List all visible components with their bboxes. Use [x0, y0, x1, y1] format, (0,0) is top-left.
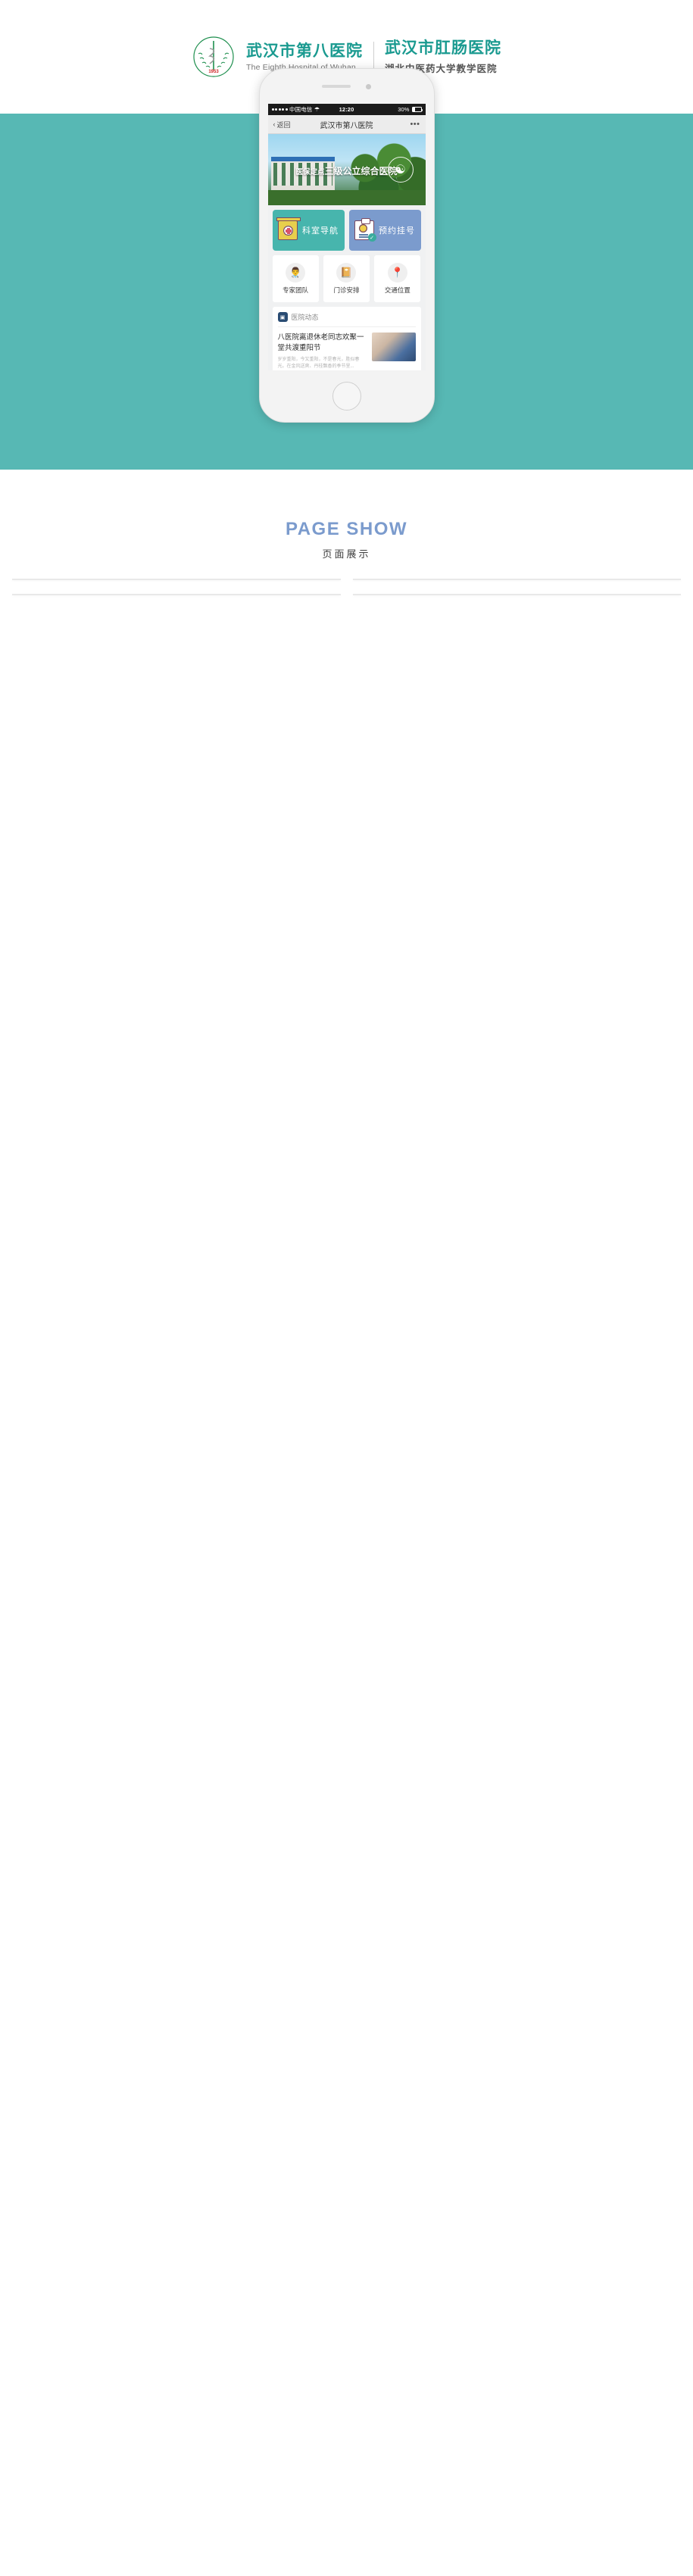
news-item-desc: 岁岁重阳，今又重阳，不是春光，胜似春光。在金风送爽、丹桂飘香的季节里... [277, 357, 360, 370]
ios-status-bar: 中国电信 ☂ 12:20 30% [354, 579, 681, 580]
medical-book-icon: 📔 [336, 263, 357, 283]
hospital-name-cn: 武汉市第八医院 [246, 42, 363, 60]
news-item-title: 八医院离退休老同志欢聚一堂共渡重阳节 [277, 333, 364, 352]
more-options-icon[interactable]: ••• [410, 120, 420, 128]
banner-seal-icon: ☯ [387, 157, 414, 183]
card-traffic-location-label: 交通位置 [384, 286, 410, 294]
hospital-news-title: 医院动态 [291, 314, 319, 321]
hospital-news-header: ▣ 医院动态 [277, 312, 416, 327]
ground-decoration [267, 190, 426, 205]
screenshot-clinic-flow: 中国电信 ☂ 12:20 30% ‹ 返回 就医须知 ••• [12, 594, 341, 595]
back-label: 返回 [276, 120, 291, 129]
ios-status-bar: 中国电信 ☂ 12:20 30% [267, 104, 426, 115]
banner-badge-highlight: 三级公立综合医院 [324, 166, 398, 176]
carrier-label: 中国电信 [289, 106, 313, 113]
phone-bottom-bezel [260, 370, 434, 422]
back-button[interactable]: ‹ 返回 [273, 120, 291, 130]
hospital-news-block: ▣ 医院动态 八医院离退休老同志欢聚一堂共渡重阳节 岁岁重阳，今又重阳，不是春光… [272, 307, 421, 370]
map-pin-icon: 📍 [387, 263, 407, 283]
banner-badge-prefix: 医保定点 [295, 168, 325, 176]
news-item-thumbnail [371, 333, 416, 361]
home-banner: 医保定点三级公立综合医院 ☯ [267, 134, 426, 205]
screenshot-payment: 中国电信 ☂ 12:20 30% ‹ 返回 预约挂号支付 ••• [352, 594, 681, 595]
showcase-heading: PAGE SHOW 页面展示 [0, 470, 693, 579]
phone-top-bezel [260, 69, 434, 104]
primary-entry-cards: 科室导航 ✓ 预约挂号 [272, 210, 421, 251]
card-appointment-register[interactable]: ✓ 预约挂号 [348, 210, 421, 251]
card-clinic-schedule-label: 门诊安排 [333, 286, 360, 294]
iphone-mockup: 中国电信 ☂ 12:20 30% ‹ 返回 武汉市第八医院 ••• 医保定点三级… [258, 68, 435, 423]
hero-section: 中国电信 ☂ 12:20 30% ‹ 返回 武汉市第八医院 ••• 医保定点三级… [0, 68, 693, 470]
card-expert-team[interactable]: 👨‍⚕️ 专家团队 [272, 255, 319, 302]
card-appointment-register-label: 预约挂号 [379, 226, 415, 236]
screenshot-column-left: 中国电信 ☂ 12:20 30% ‹ 返回 专家介绍 ••• [12, 579, 341, 595]
hospital-seal-icon: 1953 [192, 35, 236, 79]
card-traffic-location[interactable]: 📍 交通位置 [374, 255, 421, 302]
screenshot-experts: 中国电信 ☂ 12:20 30% ‹ 返回 专家介绍 ••• [12, 579, 341, 580]
page-title: 武汉市第八医院 [320, 121, 373, 130]
hospital2-name-cn: 武汉市肛肠医院 [385, 39, 501, 58]
ios-status-bar: 中国电信 ☂ 12:20 30% [13, 579, 340, 580]
wechat-nav-bar: ‹ 返回 武汉市第八医院 ••• [267, 115, 426, 134]
screenshot-column-right: 中国电信 ☂ 12:20 30% ‹ 返回 医院新闻 ••• [352, 579, 681, 595]
doctor-avatar-icon: 👨‍⚕️ [286, 263, 306, 283]
secondary-entry-cards: 👨‍⚕️ 专家团队 📔 门诊安排 📍 交通位置 [272, 255, 421, 302]
phone-camera [366, 83, 371, 89]
chevron-left-icon: ‹ [273, 120, 276, 128]
card-clinic-schedule[interactable]: 📔 门诊安排 [323, 255, 370, 302]
battery-icon [411, 107, 423, 112]
card-department-navigation-label: 科室导航 [302, 226, 339, 236]
status-time: 12:20 [339, 106, 354, 113]
department-sign-icon [276, 217, 301, 240]
screenshot-grid-row: 中国电信 ☂ 12:20 30% ‹ 返回 专家介绍 ••• [12, 579, 681, 595]
phone-screen: 中国电信 ☂ 12:20 30% ‹ 返回 武汉市第八医院 ••• 医保定点三级… [267, 104, 426, 370]
card-department-navigation[interactable]: 科室导航 [272, 210, 345, 251]
logo-divider [373, 42, 374, 72]
phone-speaker [322, 85, 351, 88]
home-content: 科室导航 ✓ 预约挂号 👨‍⚕️ 专家团队 📔 [267, 205, 426, 370]
battery-percent: 30% [398, 106, 410, 113]
wifi-icon: ☂ [314, 105, 320, 113]
clipboard-check-icon: ✓ [354, 218, 376, 242]
screenshot-news: 中国电信 ☂ 12:20 30% ‹ 返回 医院新闻 ••• [352, 579, 681, 580]
home-button[interactable] [332, 382, 361, 411]
card-expert-team-label: 专家团队 [283, 286, 309, 294]
news-badge-icon: ▣ [277, 312, 288, 322]
showcase-title-cn: 页面展示 [322, 548, 371, 560]
showcase-title-en: PAGE SHOW [285, 519, 408, 539]
signal-dots-icon [271, 108, 288, 111]
screenshot-grid: 中国电信 ☂ 12:20 30% ‹ 返回 专家介绍 ••• [0, 579, 693, 626]
svg-text:1953: 1953 [208, 70, 219, 74]
news-item[interactable]: 八医院离退休老同志欢聚一堂共渡重阳节 岁岁重阳，今又重阳，不是春光，胜似春光。在… [278, 327, 416, 370]
